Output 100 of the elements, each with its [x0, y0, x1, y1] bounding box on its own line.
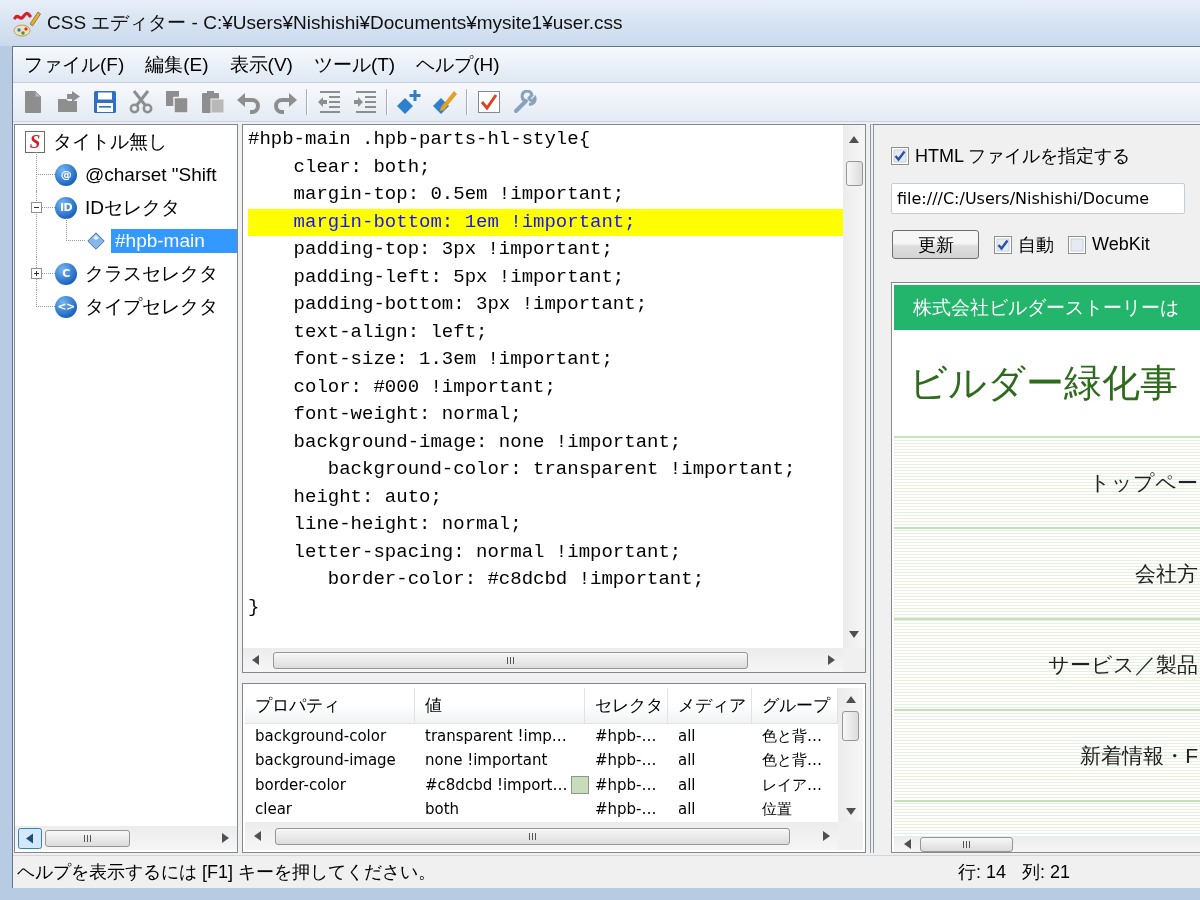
table-cell: background-color — [255, 726, 387, 746]
code-line: height: auto; — [292, 484, 443, 510]
tree-item[interactable]: タイプセレクタ — [81, 292, 222, 321]
horizontal-scrollbar[interactable] — [243, 648, 843, 672]
nav-link[interactable]: 新着情報・F — [1080, 741, 1198, 770]
table-cell: all — [678, 726, 696, 746]
minus-box-icon[interactable] — [31, 202, 42, 213]
tree-item[interactable]: IDセレクタ — [81, 193, 184, 222]
nav-link[interactable]: トップペー — [1089, 468, 1198, 497]
code-line: color: #000 !important; — [292, 374, 557, 400]
checkbox-label: WebKit — [1092, 234, 1150, 255]
code-line: border-color: #c8dcbd !important; — [326, 567, 706, 592]
checked-box-icon[interactable] — [477, 90, 501, 114]
table-cell: #c8dcbd !import… — [425, 775, 568, 795]
table-cell: all — [678, 775, 696, 795]
menu-item[interactable]: 表示(V) — [221, 49, 301, 80]
scroll-left-arrow-icon[interactable] — [251, 655, 259, 665]
vertical-scrollbar[interactable] — [843, 125, 865, 648]
code-line: background-color: transparent !important; — [326, 457, 797, 482]
table-cell: #hpb-… — [595, 726, 657, 746]
nav-link[interactable]: 会社方 — [1135, 559, 1198, 588]
tree-item[interactable]: クラスセレクタ — [81, 259, 222, 288]
code-line: background-image: none !important; — [292, 429, 683, 455]
wrench-icon[interactable] — [513, 90, 537, 114]
menu-item[interactable]: ファイル(F) — [16, 49, 133, 80]
menu-item[interactable]: ツール(T) — [305, 49, 404, 80]
diamond-plus-icon[interactable] — [397, 90, 421, 114]
app-logo-icon — [13, 9, 41, 37]
diamond-icon — [87, 231, 105, 250]
scroll-down-arrow-icon[interactable] — [849, 630, 859, 638]
table-cell: clear — [255, 800, 292, 820]
checkbox[interactable] — [891, 147, 909, 165]
table-cell: #hpb-… — [595, 775, 657, 795]
refresh-button[interactable]: 更新 — [892, 230, 979, 259]
tree-item[interactable]: @charset "Shift — [81, 162, 221, 187]
nav-link[interactable]: サービス／製品 — [1048, 650, 1198, 679]
category-badge: C — [55, 262, 77, 285]
table-cell: 色と背… — [762, 726, 822, 746]
site-banner: 株式会社ビルダーストーリーは — [894, 285, 1200, 330]
scrollbar-thumb[interactable] — [920, 836, 1013, 852]
diamond-pencil-icon[interactable] — [433, 90, 457, 114]
category-badge: @ — [55, 163, 77, 186]
column-header[interactable]: プロパティ — [245, 688, 415, 723]
code-line: padding-bottom: 3px !important; — [292, 292, 649, 317]
checkbox-label: 自動 — [1018, 233, 1054, 257]
table-cell: none !important — [425, 751, 548, 771]
code-line: font-size: 1.3em !important; — [292, 347, 614, 372]
column-header[interactable]: 値 — [415, 688, 585, 723]
category-badge: <> — [55, 295, 77, 318]
scroll-left-arrow-icon[interactable] — [253, 831, 261, 841]
table-cell: all — [678, 751, 696, 771]
code-line: margin-top: 0.5em !important; — [292, 182, 626, 207]
scroll-right-arrow-icon[interactable] — [822, 831, 830, 841]
column-number-indicator: 列: 21 — [1021, 861, 1070, 884]
table-cell: #hpb-… — [595, 751, 657, 771]
horizontal-scrollbar[interactable] — [15, 826, 237, 850]
table-cell: 色と背… — [762, 751, 822, 771]
checkbox[interactable] — [1068, 235, 1086, 254]
vertical-scrollbar[interactable] — [838, 688, 863, 822]
menu-item[interactable]: ヘルプ(H) — [408, 49, 508, 80]
scrollbar-thumb[interactable] — [45, 829, 130, 847]
scroll-up-arrow-icon[interactable] — [845, 695, 856, 703]
file-badge: S — [25, 130, 45, 153]
column-header[interactable]: メディア — [668, 688, 752, 723]
code-line: line-height: normal; — [292, 512, 523, 537]
code-line: clear: both; — [292, 154, 432, 180]
scrollbar-thumb[interactable] — [275, 827, 790, 845]
plus-box-icon[interactable] — [31, 268, 42, 279]
scrollbar-thumb[interactable] — [842, 711, 859, 741]
horizontal-scrollbar[interactable] — [245, 822, 838, 850]
horizontal-scrollbar[interactable] — [894, 836, 1200, 852]
scroll-left-arrow-icon[interactable] — [903, 839, 911, 849]
site-heading: ビルダー緑化事 — [909, 360, 1178, 406]
scrollbar-thumb[interactable] — [845, 161, 863, 186]
table-cell: border-color — [255, 775, 346, 795]
table-cell: レイア… — [762, 775, 822, 795]
scroll-right-arrow-icon[interactable] — [827, 655, 835, 665]
tree-item[interactable]: タイトル無し — [49, 127, 171, 156]
scroll-down-arrow-icon[interactable] — [845, 807, 856, 815]
line-number-indicator: 行: 14 — [957, 861, 1006, 884]
column-header[interactable]: セレクタ — [585, 688, 668, 723]
code-line: } — [248, 594, 261, 620]
scroll-up-arrow-icon[interactable] — [849, 135, 859, 143]
checkbox[interactable] — [994, 235, 1012, 254]
table-cell: both — [425, 800, 460, 820]
checkbox-label: HTML ファイルを指定する — [915, 145, 1131, 168]
code-line: text-align: left; — [292, 319, 489, 345]
code-line: letter-spacing: normal !important; — [292, 539, 683, 565]
menu-item[interactable]: 編集(E) — [137, 49, 217, 80]
status-text: ヘルプを表示するには [F1] キーを押してください。 — [17, 861, 436, 884]
code-line: font-weight: normal; — [292, 402, 523, 427]
code-line: padding-left: 5px !important; — [292, 264, 626, 290]
window-title: CSS エディター - C:¥Users¥Nishishi¥Documents¥mysite1¥user.css — [47, 11, 623, 35]
table-cell: all — [678, 800, 696, 820]
url-field[interactable]: file:///C:/Users/Nishishi/Docume — [891, 183, 1185, 214]
table-cell: 位置 — [762, 800, 792, 820]
table-cell: transparent !imp… — [425, 726, 567, 746]
scroll-right-arrow-icon[interactable] — [221, 833, 229, 843]
table-cell: background-image — [255, 751, 396, 771]
scrollbar-thumb[interactable] — [273, 651, 748, 669]
